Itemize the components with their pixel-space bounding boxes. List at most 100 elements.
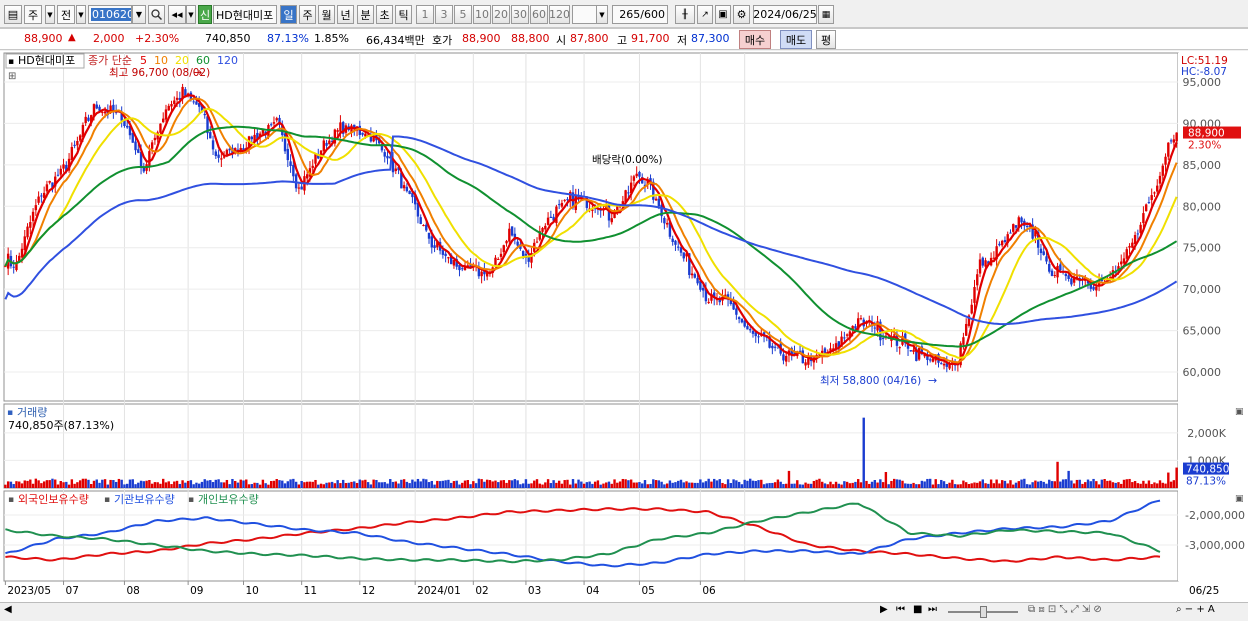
- volume-bar: [809, 483, 813, 488]
- interval-3[interactable]: 3: [435, 5, 453, 24]
- volume-bar: [837, 483, 841, 488]
- stock-chart[interactable]: 95,00090,00085,00080,00075,00070,00065,0…: [0, 51, 1248, 603]
- volume-bar: [1017, 481, 1020, 488]
- up-arrow-icon: ▲: [68, 32, 76, 43]
- mode-select[interactable]: 주: [24, 5, 42, 24]
- interval-60[interactable]: 60: [530, 5, 548, 24]
- price-tick-label: 75,000: [1183, 242, 1222, 255]
- zoom-icon[interactable]: ⌕ − + A: [1176, 604, 1215, 615]
- stop-icon[interactable]: ■: [913, 604, 922, 615]
- count-input[interactable]: 265/600: [612, 5, 668, 24]
- ma-legend-10: 10: [154, 54, 168, 67]
- prev-select[interactable]: 전: [57, 5, 75, 24]
- volume-bar: [328, 482, 331, 488]
- tab-month[interactable]: 월: [318, 5, 335, 24]
- zoom-slider-thumb[interactable]: [980, 606, 987, 618]
- volume-bar: [618, 481, 622, 488]
- candle-body: [405, 186, 409, 192]
- volume-bar: [353, 481, 356, 488]
- tab-week[interactable]: 주: [299, 5, 316, 24]
- credit-badge[interactable]: 신: [198, 5, 212, 24]
- play-icon[interactable]: ⏭: [928, 604, 937, 615]
- calendar-icon[interactable]: ▦: [818, 5, 834, 24]
- candle-body: [735, 308, 738, 315]
- first-page-icon[interactable]: ⏮: [896, 604, 905, 615]
- eval-button[interactable]: 평: [816, 30, 836, 49]
- interval-1[interactable]: 1: [416, 5, 434, 24]
- credit-label: 신: [199, 8, 211, 22]
- stock-code-input[interactable]: 010620: [88, 5, 132, 24]
- volume-bar: [34, 478, 38, 488]
- layout-icon[interactable]: ⧉ ⧈ ⊡ ⤡ ⤢ ⇲ ⊘: [1028, 604, 1102, 615]
- volume-bar: [729, 483, 733, 488]
- ask-price: 88,900: [462, 32, 501, 45]
- interval-5[interactable]: 5: [454, 5, 472, 24]
- volume-bar: [347, 482, 350, 488]
- settings-icon[interactable]: ⚙: [733, 5, 750, 24]
- buy-button[interactable]: 매수: [739, 30, 771, 49]
- candle-body: [1161, 165, 1164, 176]
- candle-body: [502, 245, 505, 253]
- code-dropdown-icon[interactable]: ▼: [132, 5, 146, 24]
- candle-body: [433, 245, 436, 248]
- tab-second[interactable]: 초: [376, 5, 393, 24]
- interval-dropdown-icon[interactable]: ▼: [596, 5, 608, 24]
- search-icon[interactable]: [148, 5, 165, 24]
- sound-dropdown-icon[interactable]: ▼: [186, 5, 196, 24]
- volume-bar: [582, 483, 586, 488]
- volume-bar: [873, 480, 877, 488]
- interval-120[interactable]: 120: [549, 5, 570, 24]
- mode-dropdown-icon[interactable]: ▼: [45, 5, 55, 24]
- candle-type-icon[interactable]: ╫: [675, 5, 695, 24]
- sell-button[interactable]: 매도: [780, 30, 812, 49]
- volume-bar: [1092, 478, 1095, 488]
- candle-body: [557, 204, 561, 206]
- change-percent: +2.30%: [135, 32, 180, 45]
- scroll-left-icon[interactable]: ◀: [4, 604, 12, 615]
- interval-10[interactable]: 10: [473, 5, 491, 24]
- sound-icon[interactable]: ◂◂: [168, 5, 186, 24]
- volume-bar: [358, 479, 361, 488]
- tab-minute[interactable]: 분: [357, 5, 374, 24]
- volume-bar: [641, 483, 644, 488]
- candle-body: [505, 240, 508, 244]
- volume-bar: [829, 481, 832, 488]
- tab-year[interactable]: 년: [337, 5, 354, 24]
- volume-bar: [184, 482, 187, 488]
- save-icon[interactable]: ▣: [715, 5, 731, 24]
- candle-body: [521, 250, 525, 256]
- tab-tick[interactable]: 틱: [395, 5, 412, 24]
- volume-bar: [1125, 479, 1128, 488]
- chart-menu-icon[interactable]: ▤: [4, 5, 22, 24]
- chart-area[interactable]: 95,000 90,000 85,000 80,000 75,000 70,000 65,0…: [0, 51, 1248, 603]
- volume-bar: [411, 479, 414, 488]
- tab-day[interactable]: 일: [280, 5, 297, 24]
- volume-bar: [153, 482, 157, 488]
- volume-bar: [519, 484, 522, 488]
- candle-body: [447, 257, 450, 259]
- volume-bar: [843, 481, 846, 488]
- scroll-right-icon[interactable]: ▶: [880, 604, 888, 615]
- low-annotation: 최저 58,800 (04/16): [820, 375, 921, 387]
- candle-body: [31, 211, 35, 222]
- candle-body: [56, 174, 60, 176]
- volume-bar: [18, 481, 21, 488]
- volume-bar: [300, 481, 303, 488]
- panel-frame: [3, 403, 1179, 489]
- interval-30[interactable]: 30: [511, 5, 529, 24]
- scroll-bar[interactable]: ◀ ▶ ⏮ ■ ⏭ ⧉ ⧈ ⊡ ⤡ ⤢ ⇲ ⊘ ⌕ − + A: [0, 602, 1248, 621]
- volume-bar: [103, 479, 107, 488]
- volume-bar: [1175, 467, 1178, 488]
- date-input[interactable]: 2024/06/25: [753, 5, 817, 24]
- interval-20[interactable]: 20: [492, 5, 510, 24]
- draw-tool-icon[interactable]: ↗: [697, 5, 713, 24]
- volume-bar: [325, 482, 328, 488]
- volume-bar: [1161, 482, 1164, 488]
- candle-body: [322, 140, 326, 152]
- volume-bar: [940, 479, 943, 488]
- volume-bar: [20, 483, 24, 488]
- volume-bar: [317, 484, 320, 488]
- volume-bar: [319, 483, 323, 488]
- volume-bar: [552, 480, 555, 488]
- prev-dropdown-icon[interactable]: ▼: [76, 5, 86, 24]
